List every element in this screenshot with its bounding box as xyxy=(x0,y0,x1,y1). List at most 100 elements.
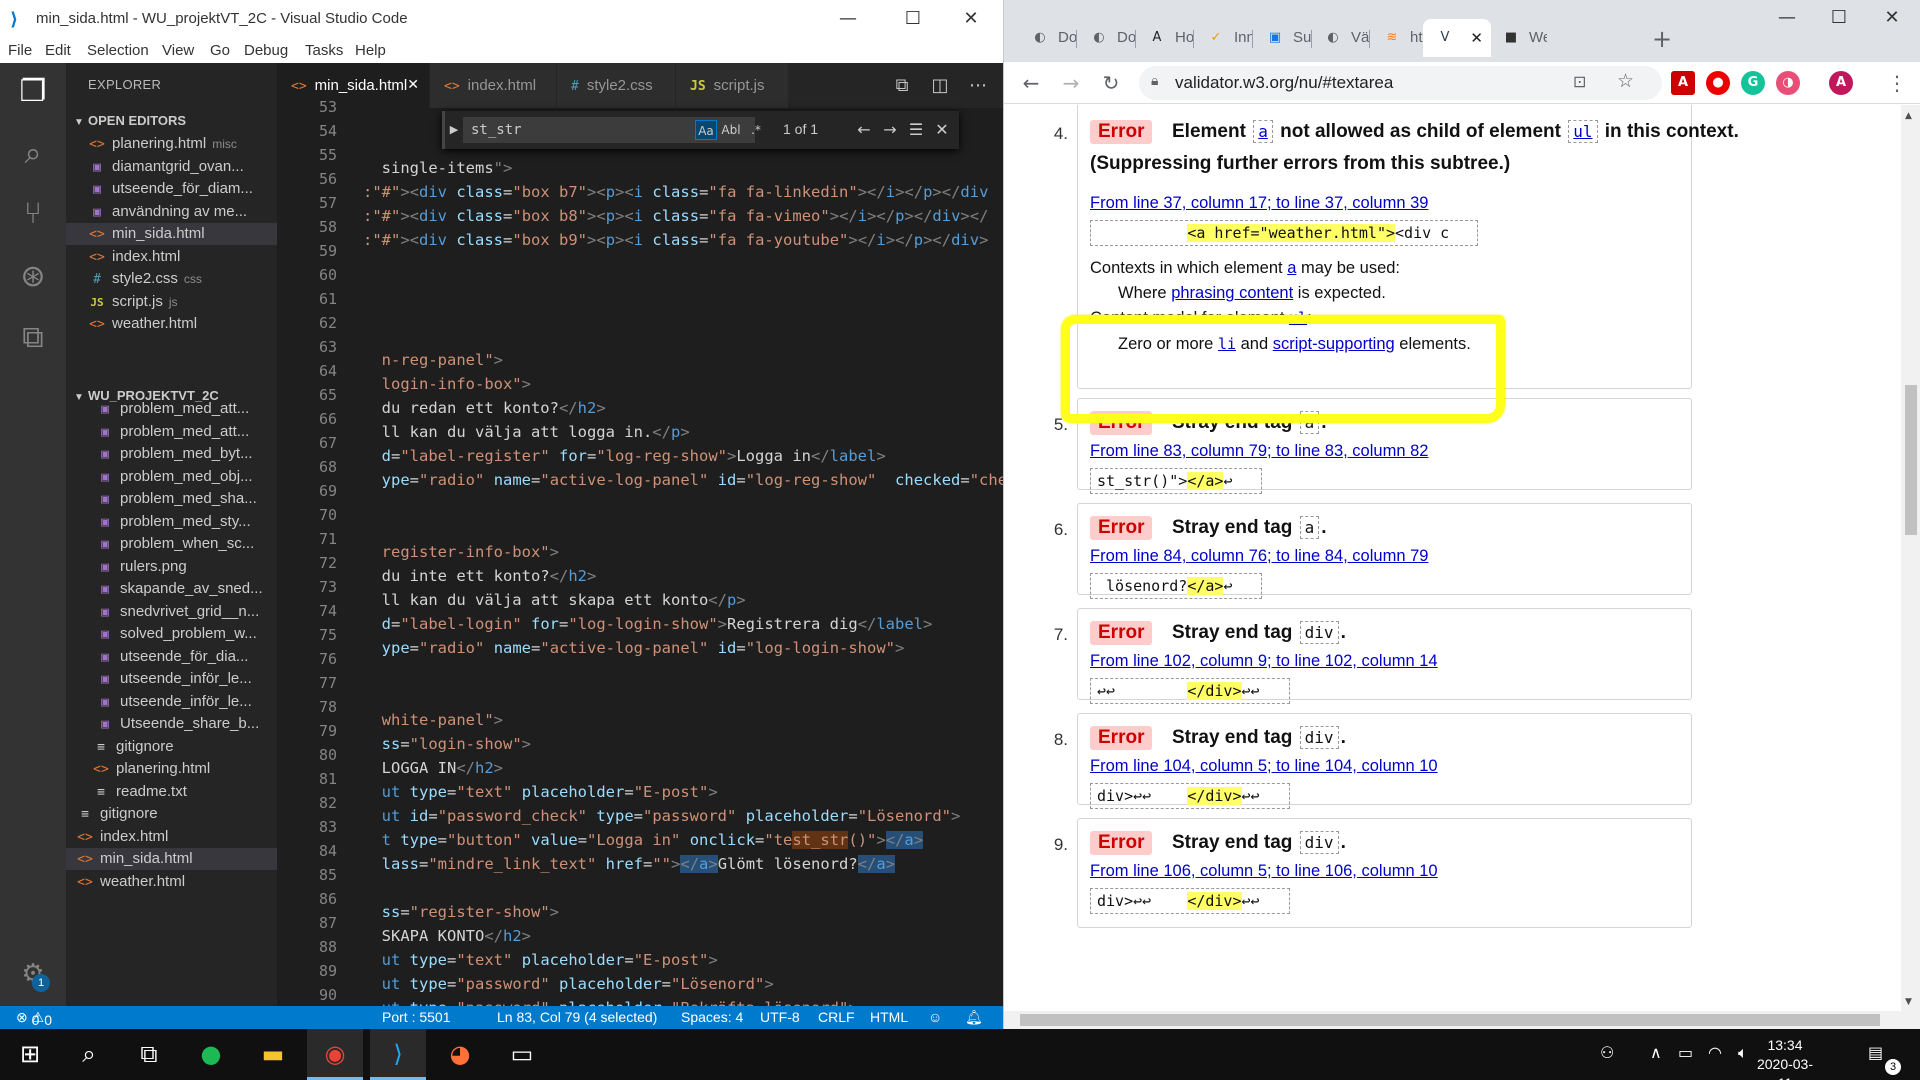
project-file-item[interactable]: ≡ gitignore xyxy=(66,736,277,758)
match-word-toggle[interactable]: Abl xyxy=(720,120,742,140)
language-mode[interactable]: HTML xyxy=(870,1009,908,1025)
open-editor-item[interactable]: ▣ användning av me... xyxy=(66,201,277,223)
new-tab-icon[interactable]: + xyxy=(1648,25,1676,53)
system-clock[interactable]: 13:342020-03-11 xyxy=(1750,1036,1820,1080)
browser-tab[interactable]: ◐Vär xyxy=(1311,19,1369,57)
vertical-scrollbar[interactable]: ▲ ▼ xyxy=(1901,105,1920,1011)
color-extension-icon[interactable]: ◑ xyxy=(1776,71,1800,95)
adblock-extension-icon[interactable]: ● xyxy=(1706,71,1730,95)
open-preview-icon[interactable]: ⧉ xyxy=(889,73,915,99)
task-view-icon[interactable]: ⧉ xyxy=(121,1029,177,1080)
project-file-item[interactable]: ≡ gitignore xyxy=(66,803,277,825)
reload-icon[interactable]: ↻ xyxy=(1098,70,1124,96)
open-editor-item[interactable]: <> min_sida.html xyxy=(66,223,277,245)
code-content[interactable]: single-items"> :"#"><div class="box b7">… xyxy=(363,108,1003,1006)
spotify-icon[interactable]: ● xyxy=(183,1029,239,1080)
menu-help[interactable]: Help xyxy=(355,42,386,59)
browser-maximize-icon[interactable]: ☐ xyxy=(1816,5,1862,31)
chrome-menu-icon[interactable]: ⋮ xyxy=(1884,70,1910,96)
forward-icon[interactable]: → xyxy=(1058,70,1084,96)
previous-match-icon[interactable]: ← xyxy=(853,119,875,141)
search-icon[interactable]: ⌕ xyxy=(61,1029,117,1080)
source-control-icon[interactable]: ⑂ xyxy=(12,193,54,235)
more-actions-icon[interactable]: ⋯ xyxy=(965,73,991,99)
bookmark-star-icon[interactable]: ☆ xyxy=(1617,70,1634,93)
project-file-item[interactable]: ▣ problem_med_byt... xyxy=(66,443,277,465)
project-file-item[interactable]: ▣ problem_med_att... xyxy=(66,398,277,420)
regex-toggle[interactable]: .* xyxy=(745,120,767,140)
horizontal-scrollbar[interactable] xyxy=(1004,1011,1920,1029)
browser-tab[interactable]: A Ho xyxy=(1135,19,1193,57)
file-explorer-icon[interactable]: ▬ xyxy=(245,1029,301,1080)
browser-close-icon[interactable]: ✕ xyxy=(1869,5,1915,31)
close-find-icon[interactable]: ✕ xyxy=(931,119,953,141)
wifi-icon[interactable]: ◠ xyxy=(1708,1043,1722,1062)
live-server-port[interactable]: Port : 5501 xyxy=(382,1009,451,1025)
feedback-icon[interactable]: ☺ xyxy=(928,1009,942,1025)
minimize-icon[interactable]: — xyxy=(825,6,871,32)
project-file-item[interactable]: <> min_sida.html xyxy=(66,848,277,870)
split-editor-icon[interactable]: ◫ xyxy=(927,73,953,99)
notifications-bell-icon[interactable]: 🔔︎ xyxy=(965,1009,983,1026)
error-location-link[interactable]: From line 102, column 9; to line 102, co… xyxy=(1090,652,1438,671)
browser-minimize-icon[interactable]: — xyxy=(1764,5,1810,31)
project-file-item[interactable]: ▣ problem_med_sty... xyxy=(66,511,277,533)
tray-chevron-icon[interactable]: ∧ xyxy=(1650,1043,1662,1062)
project-file-item[interactable]: ▣ snedvrivet_grid__n... xyxy=(66,601,277,623)
open-editor-item[interactable]: <> weather.html xyxy=(66,313,277,335)
battery-icon[interactable]: ▭ xyxy=(1678,1043,1693,1062)
error-location-link[interactable]: From line 37, column 17; to line 37, col… xyxy=(1090,194,1428,213)
menu-file[interactable]: File xyxy=(8,42,32,59)
open-editor-item[interactable]: # style2.css css xyxy=(66,268,277,290)
extensions-icon[interactable]: ⧉ xyxy=(12,317,54,359)
project-file-item[interactable]: <> weather.html xyxy=(66,871,277,893)
firefox-icon[interactable]: ◕ xyxy=(432,1029,488,1080)
next-match-icon[interactable]: → xyxy=(879,119,901,141)
project-file-item[interactable]: <> planering.html xyxy=(66,758,277,780)
back-icon[interactable]: ← xyxy=(1018,70,1044,96)
browser-tab[interactable]: ✓ Inn xyxy=(1194,19,1252,57)
error-location-link[interactable]: From line 83, column 79; to line 83, col… xyxy=(1090,442,1428,461)
pdf-extension-icon[interactable]: A xyxy=(1671,71,1695,95)
open-editor-item[interactable]: <> planering.html misc xyxy=(66,133,277,155)
project-file-item[interactable]: <> index.html xyxy=(66,826,277,848)
problems-indicator[interactable]: ⊗ 0 ⚠ 0 xyxy=(16,1009,52,1028)
project-file-item[interactable]: ▣ utseende_för_dia... xyxy=(66,646,277,668)
phrasing-content-link[interactable]: phrasing content xyxy=(1171,284,1293,302)
error-location-link[interactable]: From line 104, column 5; to line 104, co… xyxy=(1090,757,1438,776)
open-editor-item[interactable]: ▣ diamantgrid_ovan... xyxy=(66,156,277,178)
browser-tab[interactable]: ◐ Do xyxy=(1018,19,1076,57)
project-file-item[interactable]: ▣ problem_when_sc... xyxy=(66,533,277,555)
find-in-selection-icon[interactable]: ☰ xyxy=(905,119,927,141)
open-editor-item[interactable]: <> index.html xyxy=(66,246,277,268)
menu-edit[interactable]: Edit xyxy=(45,42,71,59)
explorer-icon[interactable]: ❐ xyxy=(12,71,54,113)
action-center-icon[interactable]: ▤ xyxy=(1868,1043,1883,1062)
browser-tab[interactable]: ◐ Do xyxy=(1077,19,1135,57)
open-editor-item[interactable]: ▣ utseende_för_diam... xyxy=(66,178,277,200)
debug-icon[interactable]: ⊛ xyxy=(12,256,54,298)
tab-index[interactable]: <> index.html xyxy=(430,63,556,108)
tab-close-icon[interactable]: ✕ xyxy=(1470,19,1483,57)
terminal-icon[interactable]: ▭ xyxy=(494,1029,550,1080)
open-editor-item[interactable]: JS script.js js xyxy=(66,291,277,313)
project-file-item[interactable]: ▣ problem_med_obj... xyxy=(66,466,277,488)
tab-close-icon[interactable]: ✕ xyxy=(407,63,419,108)
search-icon[interactable]: ⌕ xyxy=(12,133,54,175)
chrome-icon[interactable]: ◉ xyxy=(307,1029,363,1080)
encoding[interactable]: UTF-8 xyxy=(760,1009,800,1025)
line-ending[interactable]: CRLF xyxy=(818,1009,855,1025)
maximize-icon[interactable]: ☐ xyxy=(890,6,936,32)
match-case-toggle[interactable]: Aa xyxy=(695,120,717,140)
menu-selection[interactable]: Selection xyxy=(87,42,149,59)
people-icon[interactable]: ⚇ xyxy=(1600,1043,1614,1062)
open-editors-header[interactable]: ▼ OPEN EDITORS xyxy=(66,110,277,132)
close-icon[interactable]: ✕ xyxy=(948,6,994,32)
indentation[interactable]: Spaces: 4 xyxy=(681,1009,743,1025)
error-location-link[interactable]: From line 106, column 5; to line 106, co… xyxy=(1090,862,1438,881)
cursor-position[interactable]: Ln 83, Col 79 (4 selected) xyxy=(497,1009,657,1025)
project-file-item[interactable]: ▣ rulers.png xyxy=(66,556,277,578)
project-file-item[interactable]: ▣ solved_problem_w... xyxy=(66,623,277,645)
project-file-item[interactable]: ▣ problem_med_sha... xyxy=(66,488,277,510)
browser-tab[interactable]: ▣Sui xyxy=(1253,19,1311,57)
